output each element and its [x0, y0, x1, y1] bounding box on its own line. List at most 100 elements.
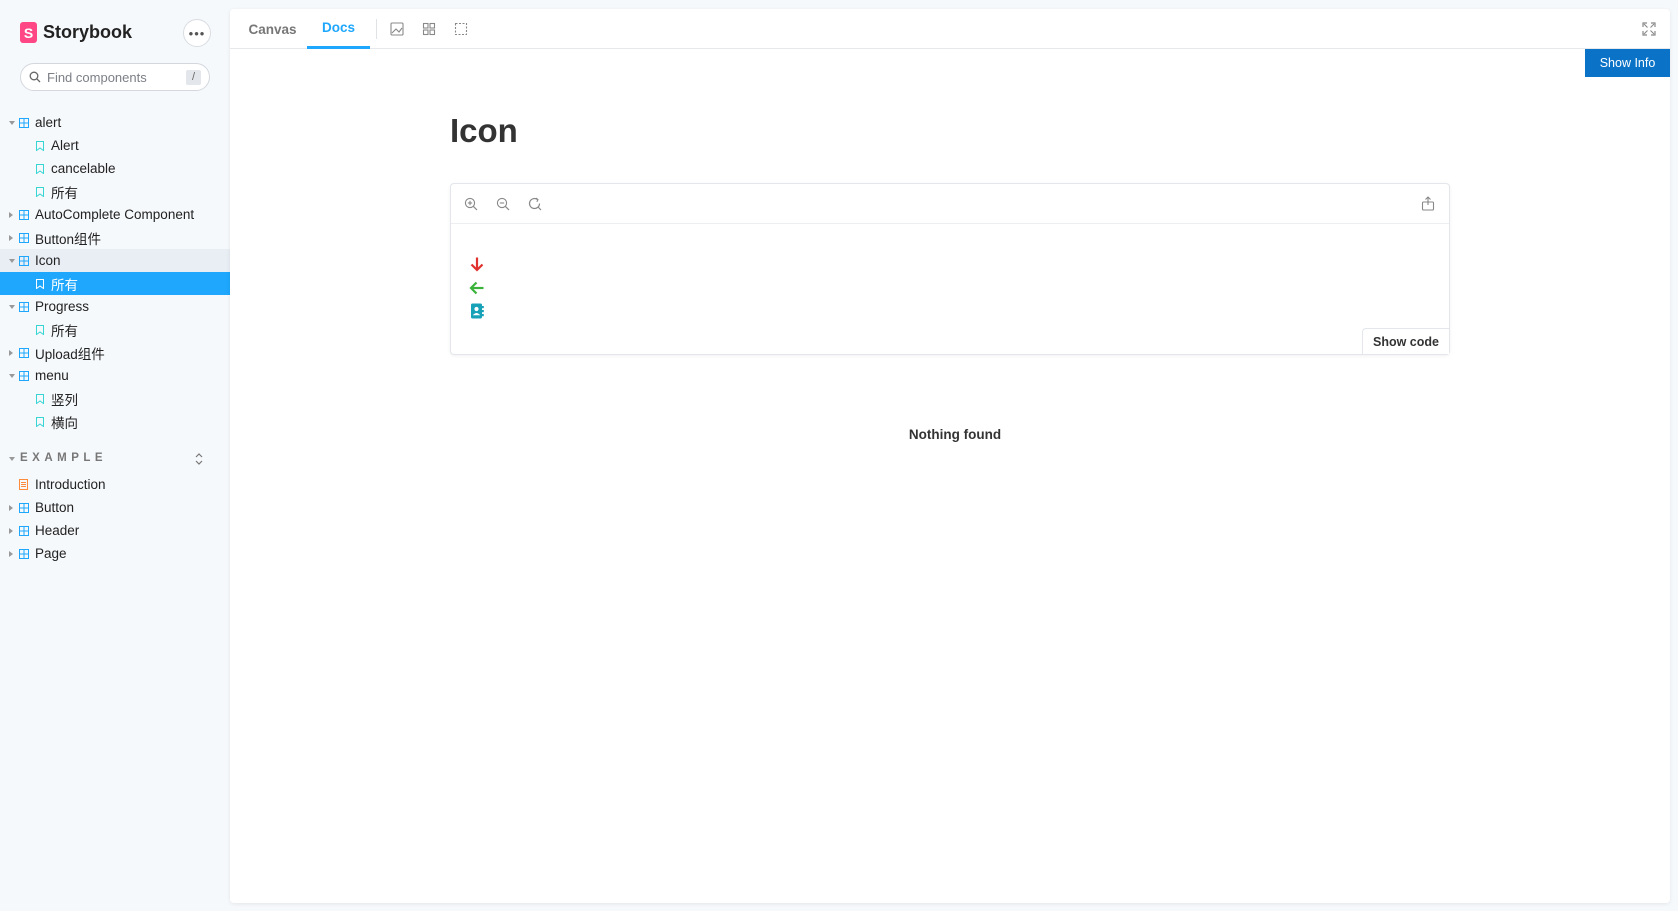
tree-item-label: Upload组件: [35, 346, 105, 362]
tree-item-label: AutoComplete Component: [35, 207, 195, 222]
tree-item-label: 竖列: [51, 392, 78, 408]
caret-down-icon: [9, 304, 15, 309]
bookmark-icon: [36, 416, 44, 427]
tree-item-alert[interactable]: alert: [0, 111, 230, 134]
tree-story-alert-alert[interactable]: Alert: [0, 134, 230, 157]
address-book-icon: [471, 303, 484, 319]
caret-right-icon: [9, 550, 13, 557]
zoom-in-icon[interactable]: [464, 197, 478, 211]
section-title: EXAMPLE: [20, 452, 108, 464]
caret-right-icon: [9, 349, 13, 356]
tree-story-menu-vertical[interactable]: 竖列: [0, 387, 230, 410]
main-panel: Canvas Docs Show Info Icon Show code Not…: [230, 9, 1670, 903]
tab-canvas[interactable]: Canvas: [240, 9, 305, 49]
toolbar: Canvas Docs: [230, 9, 1670, 49]
caret-right-icon: [9, 504, 13, 511]
more-options-button[interactable]: •••: [183, 19, 211, 47]
caret-down-icon: [9, 373, 15, 378]
story-preview: Show code: [450, 183, 1450, 355]
zoom-reset-icon[interactable]: [528, 197, 542, 211]
tree-item-label: menu: [35, 368, 69, 383]
tree-story-alert-cancelable[interactable]: cancelable: [0, 157, 230, 180]
bookmark-icon: [36, 163, 44, 174]
grid-icon[interactable]: [422, 22, 436, 36]
zoom-out-icon[interactable]: [496, 197, 510, 211]
section-example-header[interactable]: EXAMPLE: [0, 449, 230, 469]
tree-item-autocomplete[interactable]: AutoComplete Component: [0, 203, 230, 226]
brand-name: Storybook: [43, 22, 133, 42]
bookmark-icon: [36, 278, 44, 289]
caret-right-icon: [9, 234, 13, 241]
storybook-logo-icon: S: [20, 22, 37, 43]
tree-item-label: Introduction: [35, 477, 106, 492]
bookmark-icon: [36, 140, 44, 151]
outline-icon[interactable]: [454, 22, 468, 36]
sidebar: S Storybook ••• / alert Alert cancelable…: [0, 0, 230, 911]
tree-item-label: Header: [35, 523, 80, 538]
tree-item-label: 横向: [51, 415, 78, 431]
bookmark-icon: [36, 393, 44, 404]
toolbar-divider: [376, 19, 377, 39]
tree-item-example-page[interactable]: Page: [0, 542, 230, 565]
component-icon: [19, 502, 29, 513]
share-icon[interactable]: [1421, 196, 1435, 211]
tree-item-label: Button: [35, 500, 75, 515]
tree-item-label: alert: [35, 115, 62, 130]
tree-story-alert-all[interactable]: 所有: [0, 180, 230, 203]
bookmark-icon: [36, 186, 44, 197]
component-icon: [19, 255, 29, 266]
component-icon: [19, 525, 29, 536]
page-title: Icon: [450, 112, 518, 149]
caret-right-icon: [9, 527, 13, 534]
bookmark-icon: [36, 324, 44, 335]
arrow-down-icon: [470, 257, 484, 272]
show-info-button[interactable]: Show Info: [1585, 49, 1670, 77]
component-tree: alert Alert cancelable 所有 AutoComplete C…: [0, 111, 230, 433]
caret-down-icon: [9, 457, 15, 461]
tree-item-label: 所有: [51, 277, 78, 293]
search-box[interactable]: /: [20, 63, 210, 91]
caret-down-icon: [9, 120, 15, 125]
tree-item-menu[interactable]: menu: [0, 364, 230, 387]
tree-item-upload[interactable]: Upload组件: [0, 341, 230, 364]
show-code-button[interactable]: Show code: [1362, 328, 1449, 354]
search-icon: [29, 71, 41, 83]
component-icon: [19, 347, 29, 358]
component-icon: [19, 209, 29, 220]
search-input[interactable]: [47, 69, 177, 85]
search-shortcut-key: /: [186, 69, 201, 85]
tree-item-button-component[interactable]: Button组件: [0, 226, 230, 249]
tree-item-label: 所有: [51, 185, 78, 201]
document-icon: [19, 479, 28, 490]
expand-collapse-icon[interactable]: [194, 452, 204, 466]
tree-item-label: Icon: [35, 253, 61, 268]
arrow-left-icon: [469, 281, 484, 295]
tree-item-example-button[interactable]: Button: [0, 496, 230, 519]
tree-item-example-header[interactable]: Header: [0, 519, 230, 542]
tree-item-icon[interactable]: Icon: [0, 249, 230, 272]
tree-item-label: Alert: [51, 138, 79, 153]
tree-story-progress-all[interactable]: 所有: [0, 318, 230, 341]
caret-down-icon: [9, 258, 15, 263]
tab-docs[interactable]: Docs: [307, 9, 370, 49]
tree-item-label: Page: [35, 546, 67, 561]
component-icon: [19, 370, 29, 381]
tree-item-introduction[interactable]: Introduction: [0, 473, 230, 496]
component-icon: [19, 301, 29, 312]
preview-toolbar: [451, 184, 1449, 224]
tree-item-label: Progress: [35, 299, 90, 314]
tree-item-label: 所有: [51, 323, 78, 339]
caret-right-icon: [9, 211, 13, 218]
component-icon: [19, 548, 29, 559]
component-icon: [19, 232, 29, 243]
background-icon[interactable]: [390, 22, 404, 36]
tree-item-progress[interactable]: Progress: [0, 295, 230, 318]
tree-item-label: Button组件: [35, 231, 102, 247]
storybook-logo[interactable]: S Storybook: [20, 22, 132, 43]
tree-story-icon-all[interactable]: 所有: [0, 272, 230, 295]
tree-item-label: cancelable: [51, 161, 116, 176]
example-tree: Introduction Button Header Page: [0, 473, 230, 565]
tree-story-menu-horizontal[interactable]: 横向: [0, 410, 230, 433]
fullscreen-icon[interactable]: [1642, 22, 1656, 36]
empty-state-message: Nothing found: [908, 427, 1002, 442]
